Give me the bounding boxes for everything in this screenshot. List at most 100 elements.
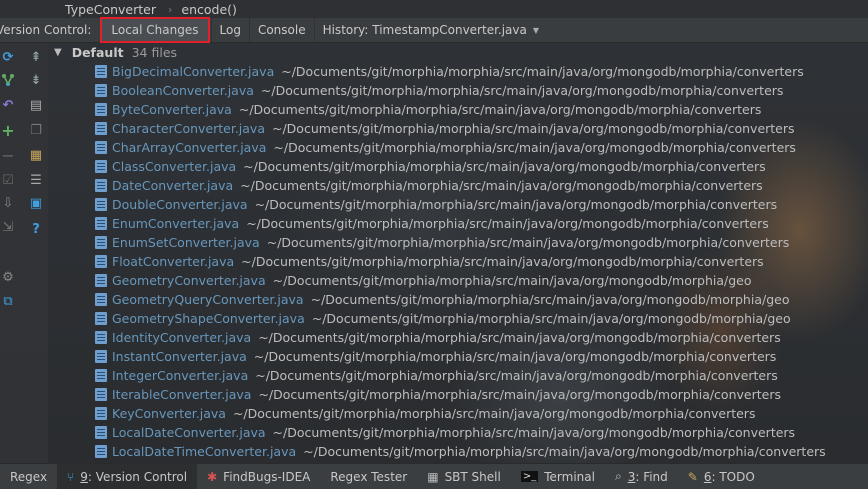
changelist-count: 34 files <box>131 44 178 60</box>
list-item[interactable]: DoubleConverter.java ~/Documents/git/morp… <box>95 195 777 214</box>
file-name[interactable]: FloatConverter.java <box>112 254 234 269</box>
file-name[interactable]: IterableConverter.java <box>112 387 251 402</box>
list-item[interactable]: ByteConverter.java ~/Documents/git/morphi… <box>95 100 761 119</box>
file-name[interactable]: BooleanConverter.java <box>112 83 254 98</box>
java-file-icon <box>95 84 107 97</box>
settings-icon[interactable]: ⚙ <box>0 269 16 285</box>
list-item[interactable]: BooleanConverter.java ~/Documents/git/mor… <box>95 81 783 100</box>
java-file-icon <box>95 369 107 382</box>
remove-changelist-icon[interactable]: − <box>0 146 16 165</box>
file-name[interactable]: GeometryConverter.java <box>112 273 266 288</box>
expand-arrow-icon[interactable]: ▼ <box>54 47 62 58</box>
tab-label: Find <box>643 469 668 484</box>
list-item[interactable]: GeometryQueryConverter.java ~/Documents/g… <box>95 290 789 309</box>
breadcrumb-separator: › <box>167 2 173 16</box>
tab-local-changes[interactable]: Local Changes <box>100 17 210 43</box>
chevron-down-icon[interactable]: ▼ <box>533 26 539 35</box>
tab-label: Terminal <box>544 469 595 484</box>
list-item[interactable]: FloatConverter.java ~/Documents/git/morph… <box>95 252 764 271</box>
bottom-tab-find[interactable]: ⌕ 3: Find <box>605 464 678 489</box>
preview-icon[interactable]: ⧉ <box>0 293 16 309</box>
file-name[interactable]: EnumConverter.java <box>112 216 239 231</box>
mnemonic-colon: : <box>635 469 644 484</box>
tab-label: Regex <box>10 469 48 484</box>
group-icon[interactable]: ▤ <box>28 97 44 113</box>
file-name[interactable]: CharacterConverter.java <box>112 121 265 136</box>
bottom-tab-regex[interactable]: Regex <box>0 464 57 489</box>
module-icon[interactable]: ▣ <box>28 195 44 211</box>
list-item[interactable]: EnumSetConverter.java ~/Documents/git/mor… <box>95 233 789 252</box>
file-name[interactable]: LocalDateConverter.java <box>112 425 266 440</box>
tab-log[interactable]: Log <box>210 18 249 42</box>
bottom-tab-regex-tester[interactable]: Regex Tester <box>320 464 417 489</box>
bottom-tab-findbugs[interactable]: ✱ FindBugs-IDEA <box>197 464 320 489</box>
diff-icon[interactable]: ▦ <box>28 147 44 163</box>
add-changelist-icon[interactable]: + <box>0 121 16 140</box>
list-item[interactable]: CharacterConverter.java ~/Documents/git/m… <box>95 119 795 138</box>
file-path: ~/Documents/git/morphia/morphia/src/main… <box>253 349 777 364</box>
file-name[interactable]: DateConverter.java <box>112 178 233 193</box>
mnemonic-colon: : <box>87 469 96 484</box>
file-path: ~/Documents/git/morphia/morphia/src/main… <box>273 140 796 155</box>
file-name[interactable]: ByteConverter.java <box>112 102 232 117</box>
list-item[interactable]: IntegerConverter.java ~/Documents/git/mor… <box>95 366 778 385</box>
findbugs-icon: ✱ <box>207 469 218 484</box>
file-name[interactable]: InstantConverter.java <box>112 349 247 364</box>
list-item[interactable]: KeyConverter.java ~/Documents/git/morphia… <box>95 404 755 423</box>
copy-icon[interactable]: ❐ <box>28 122 44 138</box>
help-icon[interactable]: ? <box>28 221 44 237</box>
java-file-icon <box>95 426 107 439</box>
list-item[interactable]: InstantConverter.java ~/Documents/git/mor… <box>95 347 776 366</box>
list-item[interactable]: ClassConverter.java ~/Documents/git/morph… <box>95 157 766 176</box>
file-name[interactable]: LocalDateTimeConverter.java <box>112 444 296 459</box>
breadcrumb-class[interactable]: TypeConverter <box>0 2 156 17</box>
rollback-icon[interactable]: ↶ <box>0 97 16 113</box>
file-name[interactable]: BigDecimalConverter.java <box>112 64 274 79</box>
java-file-icon <box>95 179 107 192</box>
list-item[interactable]: CharArrayConverter.java ~/Documents/git/m… <box>95 138 796 157</box>
file-name[interactable]: GeometryQueryConverter.java <box>112 292 304 307</box>
breadcrumb: TypeConverter › encode() <box>0 0 868 18</box>
file-name[interactable]: EnumSetConverter.java <box>112 235 260 250</box>
file-path: ~/Documents/git/morphia/morphia/src/main… <box>272 121 795 136</box>
expand-all-icon[interactable]: ⇞ <box>28 49 44 65</box>
tab-label: Console <box>257 23 306 37</box>
list-item[interactable]: GeometryConverter.java ~/Documents/git/mo… <box>95 271 752 290</box>
tab-label: FindBugs-IDEA <box>223 469 311 484</box>
file-name[interactable]: DoubleConverter.java <box>112 197 248 212</box>
bottom-tab-todo[interactable]: ✎ 6: TODO <box>678 464 765 489</box>
list-item[interactable]: EnumConverter.java ~/Documents/git/morphi… <box>95 214 769 233</box>
file-name[interactable]: GeometryShapeConverter.java <box>112 311 305 326</box>
collapse-all-icon[interactable]: ⇟ <box>28 72 44 88</box>
list-item[interactable]: BigDecimalConverter.java ~/Documents/git/… <box>95 62 804 81</box>
bottom-tab-terminal[interactable]: >_ Terminal <box>511 464 605 489</box>
breadcrumb-method[interactable]: encode() <box>181 2 237 17</box>
list-item[interactable]: IterableConverter.java ~/Documents/git/mo… <box>95 385 781 404</box>
list-item[interactable]: LocalDateTimeConverter.java ~/Documents/g… <box>95 442 826 461</box>
move-icon[interactable]: ⇲ <box>0 219 16 235</box>
file-name[interactable]: IntegerConverter.java <box>112 368 248 383</box>
file-name[interactable]: KeyConverter.java <box>112 406 226 421</box>
file-path: ~/Documents/git/morphia/morphia/src/main… <box>311 311 791 326</box>
java-file-icon <box>95 312 107 325</box>
commit-icon[interactable] <box>0 72 16 88</box>
layout-icon[interactable]: ☰ <box>28 172 44 188</box>
tab-mnemonic: 6 <box>703 469 712 484</box>
bottom-tab-sbt-shell[interactable]: ▦ SBT Shell <box>417 464 511 489</box>
list-item[interactable]: LocalDateConverter.java ~/Documents/git/m… <box>95 423 795 442</box>
tab-console[interactable]: Console <box>248 18 314 42</box>
list-item[interactable]: DateConverter.java ~/Documents/git/morphi… <box>95 176 763 195</box>
tab-history[interactable]: History: TimestampConverter.java ▼ <box>313 18 547 42</box>
list-item[interactable]: IdentityConverter.java ~/Documents/git/mo… <box>95 328 781 347</box>
file-name[interactable]: ClassConverter.java <box>112 159 236 174</box>
tab-label: Version Control <box>95 469 188 484</box>
check-icon[interactable]: ☑ <box>0 172 16 188</box>
changelist-default[interactable]: ▼ Default 34 files <box>54 43 177 61</box>
list-item[interactable]: GeometryShapeConverter.java ~/Documents/g… <box>95 309 791 328</box>
file-name[interactable]: IdentityConverter.java <box>112 330 251 345</box>
file-name[interactable]: CharArrayConverter.java <box>112 140 266 155</box>
bottom-tab-version-control[interactable]: ⑂ 9: Version Control <box>57 464 198 489</box>
tab-label: SBT Shell <box>444 469 501 484</box>
shelve-icon[interactable]: ⇩ <box>0 195 16 211</box>
refresh-icon[interactable]: ⟳ <box>0 49 16 65</box>
